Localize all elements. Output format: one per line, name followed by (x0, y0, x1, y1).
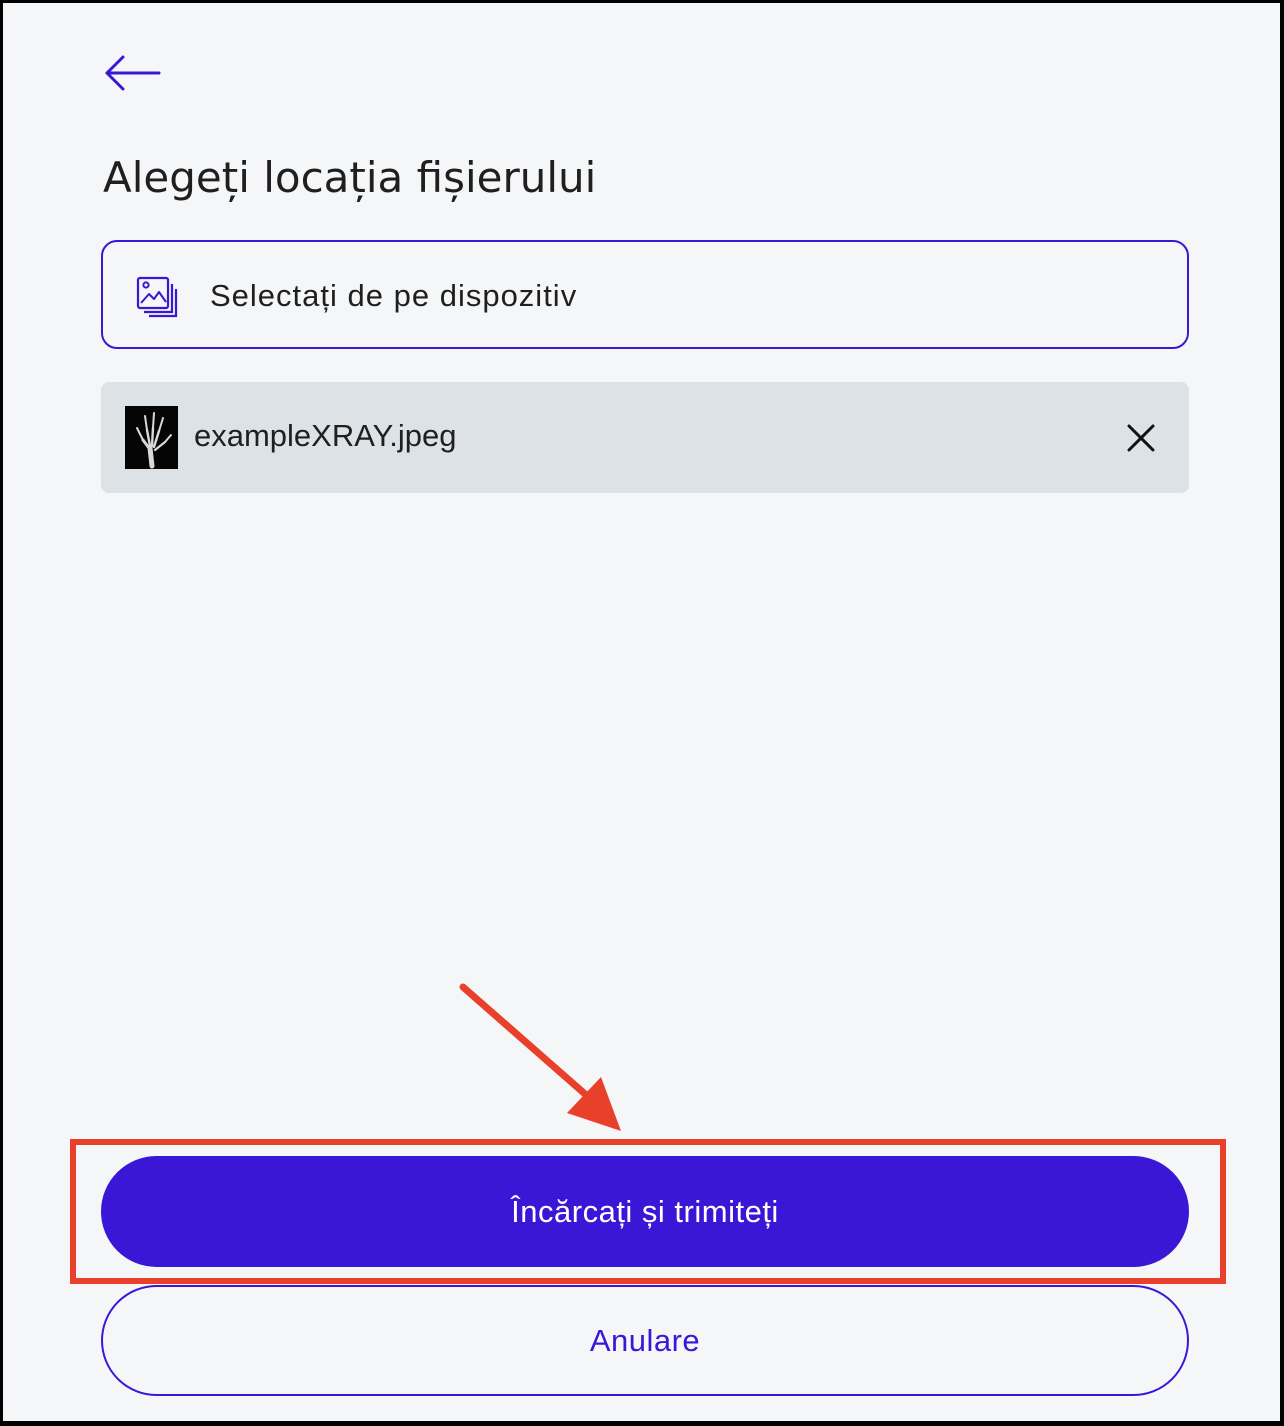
remove-file-button[interactable] (1121, 418, 1161, 458)
page-title: Alegeți locația fișierului (103, 153, 597, 202)
cancel-button[interactable]: Anulare (101, 1285, 1189, 1396)
upload-and-send-button[interactable]: Încărcați și trimiteți (101, 1156, 1189, 1267)
upload-screen: Alegeți locația fișierului Selectați de … (3, 3, 1280, 1421)
file-name: exampleXRAY.jpeg (194, 418, 457, 453)
xray-thumbnail-icon (125, 406, 178, 469)
arrow-left-icon (105, 55, 161, 91)
image-gallery-icon (136, 276, 178, 318)
close-icon (1127, 424, 1155, 452)
file-thumbnail (125, 406, 178, 469)
select-device-label: Selectați de pe dispozitiv (210, 278, 578, 313)
select-from-device-button[interactable]: Selectați de pe dispozitiv (101, 240, 1189, 349)
selected-file-row: exampleXRAY.jpeg (101, 382, 1189, 493)
back-button[interactable] (103, 53, 167, 97)
annotation-arrow-icon (459, 983, 621, 1131)
